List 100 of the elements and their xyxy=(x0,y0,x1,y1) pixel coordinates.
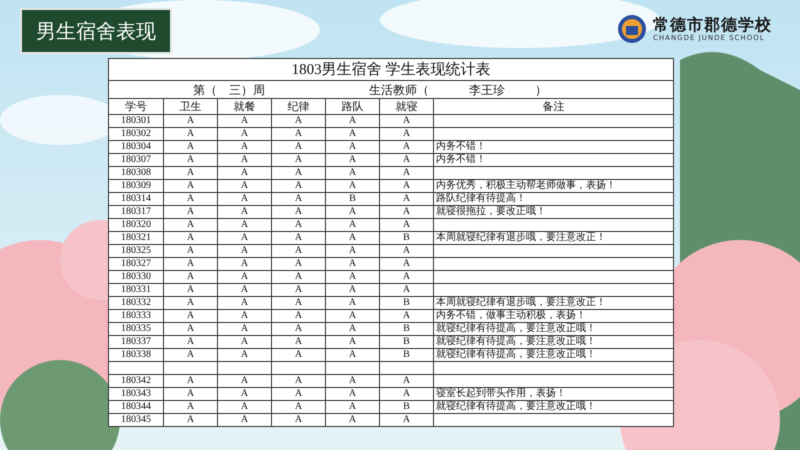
table-cell: 内务优秀，积极主动帮老师做事，表扬！ xyxy=(434,180,674,192)
table-cell: B xyxy=(380,322,434,336)
school-name: 常德市郡德学校 xyxy=(653,16,772,34)
table-cell: A xyxy=(380,206,434,218)
column-header: 备注 xyxy=(434,98,674,114)
table-cell: 就寝纪律有待提高，要注意改正哦！ xyxy=(434,348,674,362)
column-header: 学号 xyxy=(108,98,164,114)
table-cell: A xyxy=(326,388,380,400)
table-cell: A xyxy=(326,180,380,192)
table-cell: A xyxy=(380,218,434,232)
table-cell: A xyxy=(272,310,326,322)
table-cell: 就寝纪律有待提高，要注意改正哦！ xyxy=(434,400,674,414)
table-cell: A xyxy=(164,180,218,192)
column-header: 路队 xyxy=(326,98,380,114)
table-cell: A xyxy=(326,296,380,310)
table-cell: A xyxy=(326,336,380,348)
table-cell: A xyxy=(326,128,380,140)
table-cell: A xyxy=(218,218,272,232)
table-cell: A xyxy=(272,284,326,296)
table-cell: A xyxy=(272,270,326,284)
table-cell: A xyxy=(218,258,272,270)
table-cell: A xyxy=(326,284,380,296)
table-cell: A xyxy=(164,270,218,284)
table-cell: A xyxy=(326,310,380,322)
column-header: 就餐 xyxy=(218,98,272,114)
table-cell: A xyxy=(164,232,218,244)
table-cell: 本周就寝纪律有退步哦，要注意改正！ xyxy=(434,232,674,244)
table-cell: A xyxy=(380,270,434,284)
table-cell: 路队纪律有待提高！ xyxy=(434,192,674,206)
table-cell: A xyxy=(164,388,218,400)
table-cell: A xyxy=(218,336,272,348)
table-cell: A xyxy=(272,374,326,388)
sheet-title: 1803男生宿舍 学生表现统计表 xyxy=(108,58,674,80)
table-cell: A xyxy=(164,400,218,414)
table-cell: A xyxy=(164,218,218,232)
table-cell: B xyxy=(380,348,434,362)
table-cell: 内务不错！ xyxy=(434,140,674,154)
table-cell: A xyxy=(326,154,380,166)
table-cell: B xyxy=(326,192,380,206)
table-cell: A xyxy=(164,154,218,166)
table-cell: 180314 xyxy=(108,192,164,206)
table-cell: A xyxy=(164,206,218,218)
table-cell: A xyxy=(218,296,272,310)
table-cell: 180325 xyxy=(108,244,164,258)
table-cell: A xyxy=(380,388,434,400)
table-cell: 180321 xyxy=(108,232,164,244)
table-cell: A xyxy=(272,154,326,166)
table-cell: 180342 xyxy=(108,374,164,388)
table-cell: A xyxy=(272,218,326,232)
table-cell: A xyxy=(218,244,272,258)
table-cell: A xyxy=(218,310,272,322)
table-cell: A xyxy=(218,284,272,296)
table-cell: A xyxy=(164,336,218,348)
table-cell: A xyxy=(218,270,272,284)
column-header: 卫生 xyxy=(164,98,218,114)
table-cell: A xyxy=(272,232,326,244)
table-cell: A xyxy=(272,388,326,400)
table-cell: 180301 xyxy=(108,114,164,128)
table-cell: A xyxy=(164,166,218,180)
table-cell: A xyxy=(326,270,380,284)
table-cell: A xyxy=(164,284,218,296)
table-cell: A xyxy=(218,166,272,180)
table-cell: 内务不错！ xyxy=(434,154,674,166)
table-cell: A xyxy=(218,374,272,388)
table-cell: 180345 xyxy=(108,414,164,426)
table-cell: A xyxy=(380,310,434,322)
table-cell: A xyxy=(272,192,326,206)
table-cell: A xyxy=(218,180,272,192)
teacher-name: 李王珍 xyxy=(469,82,505,96)
table-cell: A xyxy=(164,244,218,258)
table-cell: A xyxy=(326,206,380,218)
table-cell: A xyxy=(326,322,380,336)
table-cell: A xyxy=(218,192,272,206)
table-cell: A xyxy=(164,310,218,322)
table-cell: B xyxy=(380,336,434,348)
table-cell: A xyxy=(164,374,218,388)
title-banner: 男生宿舍表现 xyxy=(20,8,172,54)
table-cell: A xyxy=(218,140,272,154)
table-cell: A xyxy=(380,414,434,426)
table-cell: A xyxy=(380,374,434,388)
table-cell: A xyxy=(218,400,272,414)
table-cell: 内务不错，做事主动积极，表扬！ xyxy=(434,310,674,322)
table-cell: A xyxy=(272,180,326,192)
column-header: 就寝 xyxy=(380,98,434,114)
table-cell: B xyxy=(380,400,434,414)
table-cell: A xyxy=(218,128,272,140)
table-cell: 180309 xyxy=(108,180,164,192)
table-cell: A xyxy=(326,166,380,180)
table-cell: 就寝纪律有待提高，要注意改正哦！ xyxy=(434,336,674,348)
teacher-label: 生活教师（ xyxy=(369,82,429,96)
table-cell: A xyxy=(272,114,326,128)
table-cell: A xyxy=(164,258,218,270)
table-cell: A xyxy=(380,154,434,166)
week-label: 第（ 三）周 xyxy=(192,82,266,98)
table-cell: 180332 xyxy=(108,296,164,310)
table-cell: 180344 xyxy=(108,400,164,414)
table-cell: A xyxy=(164,296,218,310)
table-cell: A xyxy=(326,374,380,388)
table-cell: 180330 xyxy=(108,270,164,284)
table-cell: A xyxy=(380,192,434,206)
